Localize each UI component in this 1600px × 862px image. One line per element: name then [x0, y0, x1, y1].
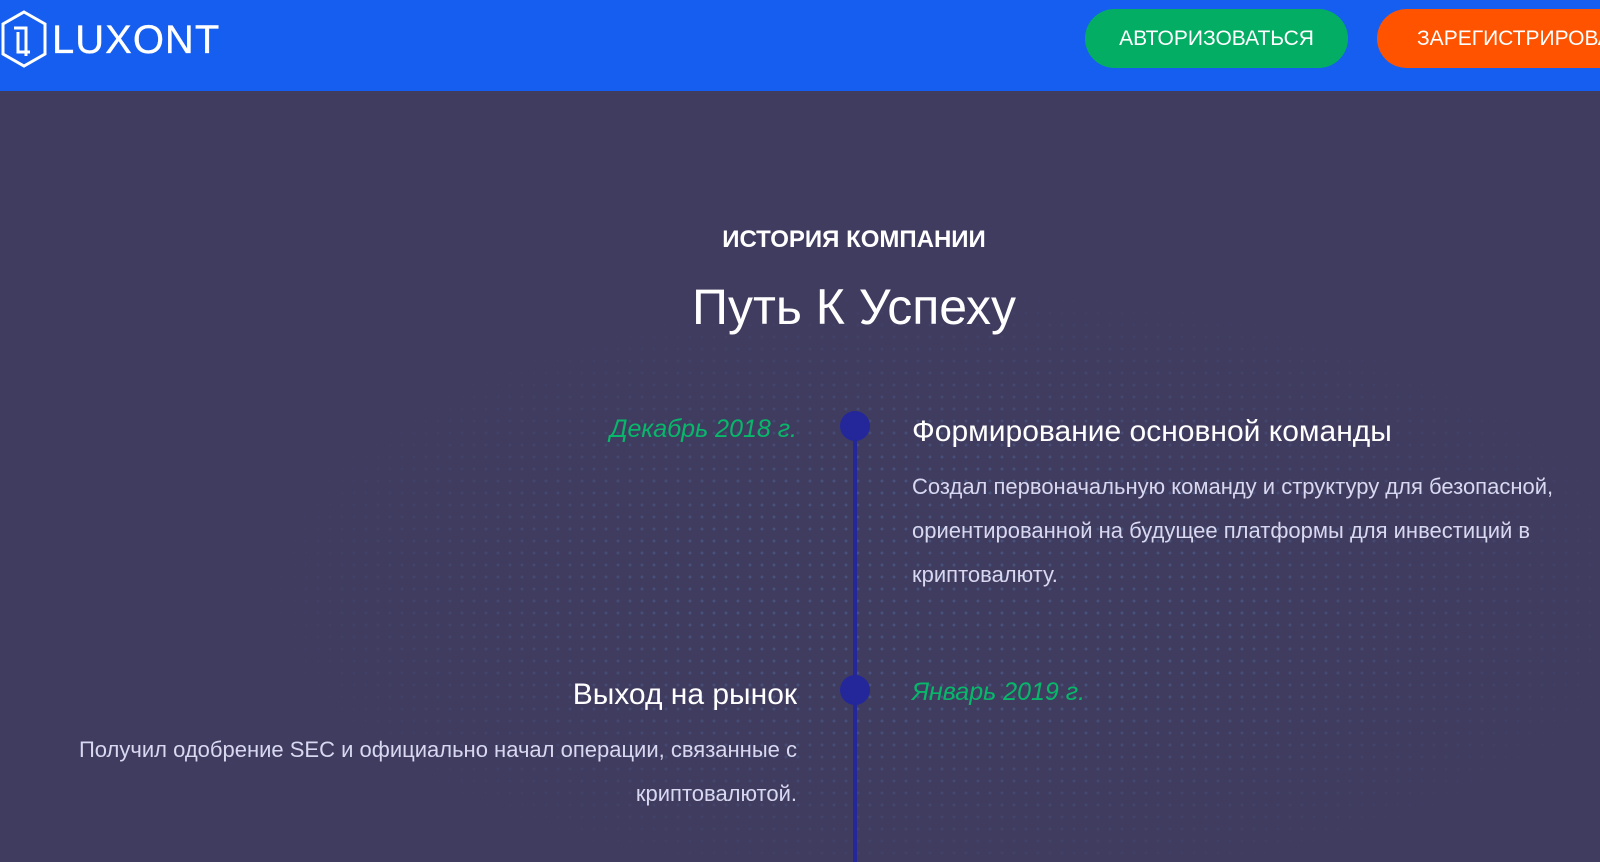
login-button[interactable]: АВТОРИЗОВАТЬСЯ — [1085, 9, 1348, 68]
register-button[interactable]: ЗАРЕГИСТРИРОВАТЬСЯ — [1377, 9, 1600, 68]
timeline-title: Формирование основной команды — [912, 415, 1392, 448]
hexagon-logo-icon — [1, 10, 47, 68]
timeline-date: Январь 2019 г. — [912, 678, 1086, 706]
section-title: Путь К Успеху — [692, 279, 1016, 335]
timeline-dot — [840, 675, 870, 705]
timeline-text: Получил одобрение SEC и официально начал… — [78, 737, 797, 806]
logo[interactable]: LUXONT — [0, 8, 220, 72]
timeline-title: Выход на рынок — [572, 678, 797, 711]
timeline-date: Декабрь 2018 г. — [609, 415, 797, 443]
timeline-text: Создал первоначальную команду и структур… — [912, 474, 1554, 587]
section-kicker: ИСТОРИЯ КОМПАНИИ — [722, 226, 986, 253]
header: LUXONT АВТОРИЗОВАТЬСЯ ЗАРЕГИСТРИРОВАТЬСЯ — [0, 0, 1600, 91]
logo-text: LUXONT — [52, 17, 221, 62]
timeline-line — [853, 425, 857, 862]
timeline-dot — [840, 411, 870, 441]
